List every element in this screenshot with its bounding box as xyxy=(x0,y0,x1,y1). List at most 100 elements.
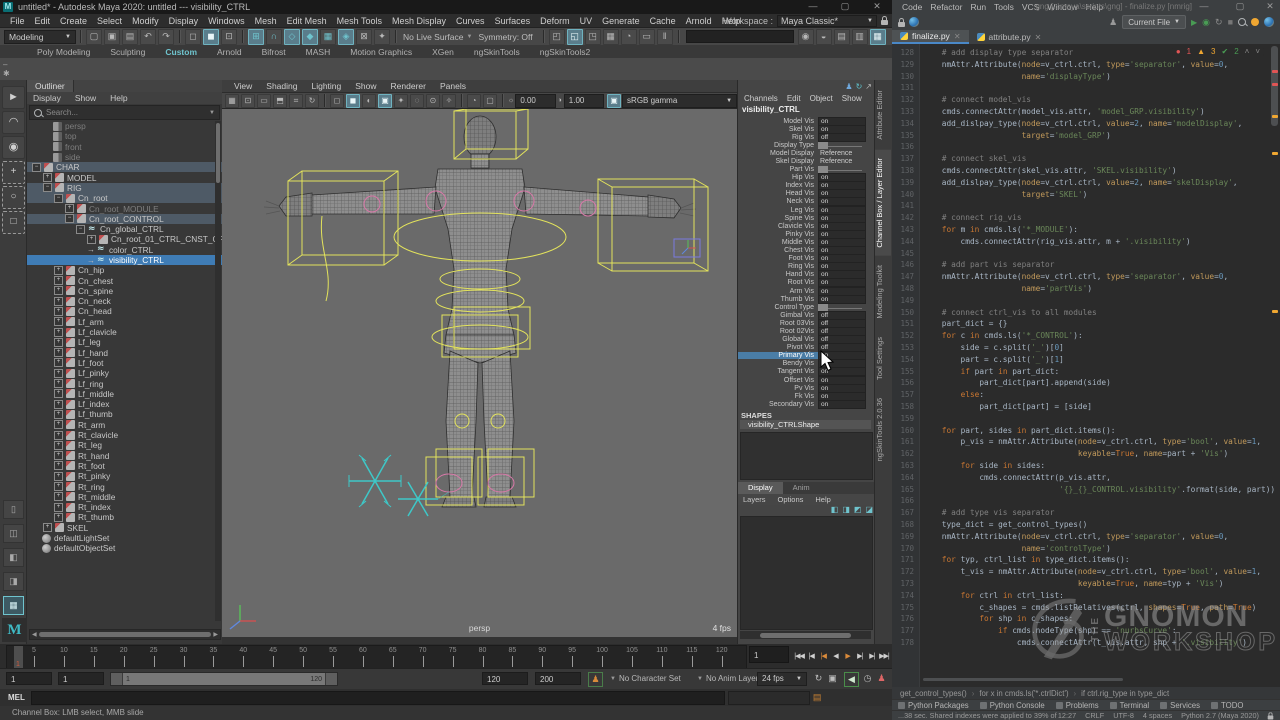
status-item[interactable]: Python 2.7 (Maya 2020) xyxy=(1181,711,1259,720)
pycharm-menu-code[interactable]: Code xyxy=(898,2,926,12)
code-line[interactable]: side = c.split('_')[0] xyxy=(923,342,1064,354)
expand-toggle-icon[interactable]: + xyxy=(43,173,52,182)
snap-to-grid-icon[interactable]: ⊞ xyxy=(248,29,264,45)
expand-toggle-icon[interactable]: + xyxy=(43,523,52,532)
outliner-item-visibility_ctrl[interactable]: →≈visibility_CTRL xyxy=(27,255,222,265)
outliner-item-cn_spine[interactable]: +Cn_spine xyxy=(27,286,222,296)
pycharm-menu-tools[interactable]: Tools xyxy=(990,2,1018,12)
animation-end-field[interactable]: 200 xyxy=(535,672,581,685)
field-chart-icon[interactable]: ⌗ xyxy=(289,94,303,108)
maya-menu-windows[interactable]: Windows xyxy=(203,16,250,26)
outliner-menu-display[interactable]: Display xyxy=(27,93,67,103)
expand-toggle-icon[interactable]: + xyxy=(54,513,63,522)
channel-attribute-display-type[interactable]: Display Type xyxy=(738,141,875,149)
snap-to-view-plane-icon[interactable]: ▦ xyxy=(320,29,336,45)
outliner-item-lf_pinky[interactable]: +Lf_pinky xyxy=(27,368,222,378)
outliner-item-defaultlightset[interactable]: defaultLightSet xyxy=(27,533,222,543)
tab-close-icon[interactable]: ✕ xyxy=(1035,33,1042,42)
quick-selection-field[interactable] xyxy=(686,30,794,43)
outliner-panel-tab[interactable]: Outliner xyxy=(27,80,74,92)
xray-icon[interactable]: ▢ xyxy=(483,94,497,108)
four-pane-layout-button[interactable]: ◫ xyxy=(3,524,24,543)
stop-button[interactable]: ■ xyxy=(1228,17,1233,27)
smooth-shade-icon[interactable]: ◼ xyxy=(346,94,360,108)
character-set-key-icon[interactable]: ♟ xyxy=(588,672,603,687)
code-line[interactable]: for part, sides in part_dict.items(): xyxy=(923,425,1116,437)
code-line[interactable]: for shp in c_shapes: xyxy=(923,613,1073,625)
expand-toggle-icon[interactable]: + xyxy=(54,286,63,295)
select-object-icon[interactable]: ◼ xyxy=(203,29,219,45)
snap-to-point-icon[interactable]: ◇ xyxy=(284,29,300,45)
code-line[interactable]: else: xyxy=(923,389,984,401)
expand-toggle-icon[interactable]: + xyxy=(65,204,74,213)
maya-menu-edit[interactable]: Edit xyxy=(30,16,56,26)
expand-toggle-icon[interactable]: → xyxy=(87,246,94,253)
channel-attribute-model-display[interactable]: Model DisplayReference xyxy=(738,149,875,157)
attribute-editor-icon[interactable]: ▥ xyxy=(852,29,868,45)
outliner-item-lf_hand[interactable]: +Lf_hand xyxy=(27,348,222,358)
outliner-item-rt_leg[interactable]: +Rt_leg xyxy=(27,440,222,450)
code-line[interactable]: target='model_GRP') xyxy=(923,130,1111,142)
code-line[interactable]: for side in sides: xyxy=(923,460,1045,472)
shelf-tab-xgen[interactable]: XGen xyxy=(423,47,463,57)
maya-menu-modify[interactable]: Modify xyxy=(127,16,164,26)
custom-layout-button[interactable]: ▦ xyxy=(3,596,24,615)
coverage-button[interactable]: ↻ xyxy=(1215,17,1223,28)
symmetry-label[interactable]: Symmetry: Off xyxy=(478,32,532,42)
editor-tab-finalize-py[interactable]: finalize.py✕ xyxy=(892,30,969,44)
shadows-icon[interactable]: ◌ xyxy=(410,94,424,108)
layer-menu-layers[interactable]: Layers xyxy=(738,495,771,504)
outliner-item-rt_hand[interactable]: +Rt_hand xyxy=(27,451,222,461)
new-empty-layer-icon[interactable]: ◧ xyxy=(831,505,839,514)
expand-toggle-icon[interactable]: − xyxy=(76,225,85,234)
sphere-icon[interactable] xyxy=(909,17,919,27)
expand-toggle-icon[interactable]: → xyxy=(87,257,94,264)
outliner-item-persp[interactable]: persp xyxy=(27,121,222,131)
attribute-value-field[interactable]: on xyxy=(818,400,866,409)
menu-set-dropdown[interactable]: Modeling▼ xyxy=(4,30,76,44)
channel-attribute-thumb-vis[interactable]: Thumb Vison xyxy=(738,295,875,303)
code-line[interactable]: # add part vis separator xyxy=(923,259,1054,271)
outliner-item-cn_head[interactable]: +Cn_head xyxy=(27,306,222,316)
paint-select-tool-icon[interactable]: ◉ xyxy=(2,136,25,159)
viewport-menu-shading[interactable]: Shading xyxy=(260,81,303,91)
code-line[interactable]: c_shapes = cmds.listRelatives(ctrl, shap… xyxy=(923,602,1256,614)
expand-toggle-icon[interactable]: + xyxy=(87,235,96,244)
maya-menu-edit-mesh[interactable]: Edit Mesh xyxy=(282,16,332,26)
code-line[interactable]: name='displayType') xyxy=(923,71,1111,83)
debug-button[interactable]: ◉ xyxy=(1202,17,1210,28)
code-line[interactable]: cmds.connectAttr(model_vis.attr, 'model_… xyxy=(923,106,1205,118)
outliner-item-cn_chest[interactable]: +Cn_chest xyxy=(27,275,222,285)
status-item[interactable]: 12:27 xyxy=(1058,711,1076,720)
viewport-menu-renderer[interactable]: Renderer xyxy=(385,81,432,91)
redo-icon[interactable]: ↷ xyxy=(158,29,174,45)
current-time-marker[interactable]: 1 xyxy=(14,646,23,668)
outliner-item-rt_arm[interactable]: +Rt_arm xyxy=(27,420,222,430)
tool-settings-icon[interactable]: ▤ xyxy=(834,29,850,45)
pycharm-maximize-button[interactable]: ▢ xyxy=(1228,0,1252,13)
exposure-field[interactable]: 0.00 xyxy=(515,94,555,108)
tool-window-button-todo[interactable]: TODO xyxy=(1211,701,1243,710)
pycharm-title-bar[interactable]: CodeRefactorRunToolsVCSWindowHelp gng [.… xyxy=(892,0,1280,15)
outliner-item-color_ctrl[interactable]: →≈color_CTRL xyxy=(27,245,222,255)
code-line[interactable]: p_vis = nmAttr.Attribute(node=v_ctrl.ctr… xyxy=(923,436,1261,448)
maya-menu-display[interactable]: Display xyxy=(164,16,204,26)
outliner-item-cn_root[interactable]: −Cn_root xyxy=(27,193,222,203)
persp-outliner-layout-button[interactable]: ◧ xyxy=(3,548,24,567)
code-line[interactable]: t_vis = nmAttr.Attribute(node=v_ctrl.ctr… xyxy=(923,566,1261,578)
step-forward-key-button[interactable]: ▶| xyxy=(854,652,866,660)
new-scene-icon[interactable]: ▢ xyxy=(86,29,102,45)
maya-close-button[interactable]: ✕ xyxy=(864,0,890,13)
pycharm-minimize-button[interactable]: — xyxy=(1192,0,1216,13)
step-back-key-button[interactable]: |◀ xyxy=(817,652,829,660)
view-transform-dropdown[interactable]: sRGB gamma▼ xyxy=(622,94,737,108)
animation-start-field[interactable]: 1 xyxy=(6,672,52,685)
expand-toggle-icon[interactable]: + xyxy=(54,358,63,367)
pycharm-close-button[interactable]: ✕ xyxy=(1258,0,1280,13)
snap-to-projected-center-icon[interactable]: ◆ xyxy=(302,29,318,45)
pycharm-menu-run[interactable]: Run xyxy=(966,2,990,12)
layer-list[interactable] xyxy=(740,516,873,630)
expand-toggle-icon[interactable]: + xyxy=(54,503,63,512)
shelf-tab-poly-modeling[interactable]: Poly Modeling xyxy=(28,47,99,57)
channel-manip-icon[interactable]: ↗ xyxy=(865,82,872,91)
